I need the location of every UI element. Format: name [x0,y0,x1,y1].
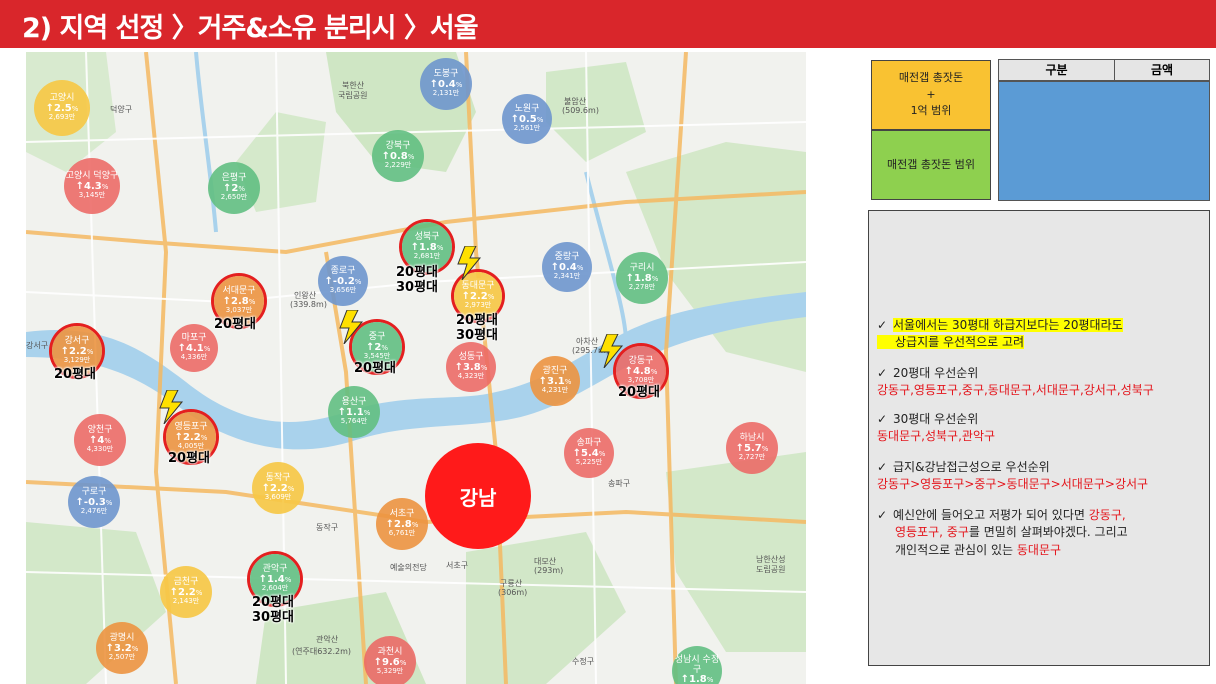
district-price: 4,330만 [86,445,114,454]
district-price: 3,609만 [264,493,292,502]
note-1: ✓ 서울에서는 30평대 하급지보다는 20평대라도 상급지를 우선적으로 고려 [877,318,1123,350]
district-price: 2,681만 [413,252,441,261]
district-price: 4,005만 [177,442,205,451]
place-label: (306m) [498,588,528,597]
note-4: ✓ 급지&강남접근성으로 우선순위 강동구>영등포구>중구>동대문구>서대문구>강… [877,460,1149,492]
district-price: 2,476만 [80,507,108,516]
size-tag: 20평대 30평대 [456,313,499,343]
page-title: 2) 지역 선정 〉거주&소유 분리시 〉서울 [22,13,479,44]
district-bubble[interactable]: 종로구 ↑-0.2% 3,656만 [318,256,368,306]
district-bubble[interactable]: 구리시 ↑1.8% 2,278만 [616,252,668,304]
notes-panel: ✓ 서울에서는 30평대 하급지보다는 20평대라도 상급지를 우선적으로 고려 … [868,210,1210,666]
district-bubble[interactable]: 마포구 ↑4.1% 4,336만 [170,324,218,372]
district-bubble[interactable]: 금천구 ↑2.2% 2,143만 [160,566,212,618]
size-tag: 20평대 30평대 [252,595,295,625]
place-label: 송파구 [608,479,631,488]
district-price: 3,656만 [329,286,357,295]
district-bubble[interactable]: 고양시 덕양구 ↑4.3% 3,145만 [64,158,120,214]
size-tag: 20평대 [214,317,257,332]
col-category: 구분 [998,59,1115,81]
district-bubble[interactable]: 구로구 ↑-0.3% 2,476만 [68,476,120,528]
place-label: 국립공원 [338,91,368,100]
district-bubble[interactable]: 도봉구 ↑0.4% 2,131만 [420,58,472,110]
legend-green: 매전갭 총잣돈 범위 [871,130,991,200]
district-price: 2,973만 [464,301,492,310]
header-banner: 2) 지역 선정 〉거주&소유 분리시 〉서울 [0,0,1216,48]
note-5: ✓ 예신안에 들어오고 저평가 되어 있다면 강동구, 영등포구, 중구를 면밀히… [877,508,1128,557]
district-price: 5,225만 [575,458,603,467]
district-bubble[interactable]: 강북구 ↑0.8% 2,229만 [372,130,424,182]
place-label: 관악산 [316,635,339,644]
district-price: 4,323만 [457,372,485,381]
district-price: 2,561만 [513,124,541,133]
district-price: 2,341만 [553,272,581,281]
district-price: 2,727만 [738,453,766,462]
district-bubble[interactable]: 광명시 ↑3.2% 2,507만 [96,622,148,674]
district-price: 6,761만 [388,529,416,538]
district-price: 2,650만 [220,193,248,202]
legend-yellow: 매전갭 총잣돈 + 1억 범위 [871,60,991,130]
size-tag: 20평대 [354,361,397,376]
district-price: 4,336만 [180,353,208,362]
place-label: 도립공원 [756,565,786,574]
amount-body [998,81,1210,201]
district-bubble[interactable]: 동작구 ↑2.2% 3,609만 [252,462,304,514]
place-label: 서초구 [446,561,469,570]
district-price: 2,278만 [628,283,656,292]
place-label: (293m) [534,566,564,575]
place-label: 예술의전당 [390,563,427,572]
district-price: 2,507만 [108,653,136,662]
place-label: 동작구 [316,523,339,532]
lightning-icon [457,246,482,280]
size-tag: 20평대 30평대 [396,265,439,295]
lightning-icon [339,310,364,344]
district-price: 3,708만 [627,376,655,385]
district-bubble[interactable]: 은평구 ↑2% 2,650만 [208,162,260,214]
district-price: 3,037만 [225,306,253,315]
place-label: 수정구 [572,657,595,666]
district-price: 3,145만 [78,191,106,200]
district-price: 2,131만 [432,89,460,98]
district-price: 2,229만 [384,161,412,170]
place-label: 덕양구 [110,105,133,114]
district-bubble[interactable]: 용산구 ↑1.1% 5,764만 [328,386,380,438]
size-tag: 20평대 [618,385,661,400]
lightning-icon [159,390,184,424]
district-price: 2,143만 [172,597,200,606]
district-name: 성남시 수정구 [674,655,720,675]
district-bubble[interactable]: 송파구 ↑5.4% 5,225만 [564,428,614,478]
size-tag: 20평대 [54,367,97,382]
district-bubble[interactable]: 과천시 ↑9.6% 5,329만 [364,636,416,684]
district-change: ↑1.8% [680,674,714,684]
district-price: 2,604만 [261,584,289,593]
district-bubble[interactable]: 광진구 ↑3.1% 4,231만 [530,356,580,406]
district-bubble[interactable]: 양천구 ↑4% 4,330만 [74,414,126,466]
amount-table: 구분 금액 [998,59,1210,201]
gangnam-marker: 강남 [425,443,531,549]
note-2: ✓ 20평대 우선순위 강동구,영등포구,중구,동대문구,서대문구,강서구,성북구 [877,366,1154,398]
district-bubble[interactable]: 서초구 ↑2.8% 6,761만 [376,498,428,550]
district-bubble[interactable]: 성동구 ↑3.8% 4,323만 [446,342,496,392]
district-price: 4,231만 [541,386,569,395]
note-3: ✓ 30평대 우선순위 동대문구,성북구,관악구 [877,412,996,444]
district-bubble[interactable]: 노원구 ↑0.5% 2,561만 [502,94,552,144]
col-amount: 금액 [1114,59,1210,81]
place-label: (509.6m) [562,106,599,115]
lightning-icon [599,334,624,368]
district-bubble[interactable]: 하남시 ↑5.7% 2,727만 [726,422,778,474]
district-price: 5,329만 [376,667,404,676]
district-price: 2,693만 [48,113,76,122]
district-price: 3,129만 [63,356,91,365]
district-bubble[interactable]: 중랑구 ↑0.4% 2,341만 [542,242,592,292]
size-tag: 20평대 [168,451,211,466]
district-price: 5,764만 [340,417,368,426]
district-bubble[interactable]: 고양시 ↑2.5% 2,693만 [34,80,90,136]
place-label: (연주대632.2m) [292,647,352,656]
place-label: 강서구 [26,341,49,350]
seoul-map: 덕양구 북한산 국립공원 불암산 (509.6m) 인왕산 (339.8m) 아… [26,52,806,684]
district-price: 3,545만 [363,352,391,361]
place-label: (339.8m) [290,300,327,309]
